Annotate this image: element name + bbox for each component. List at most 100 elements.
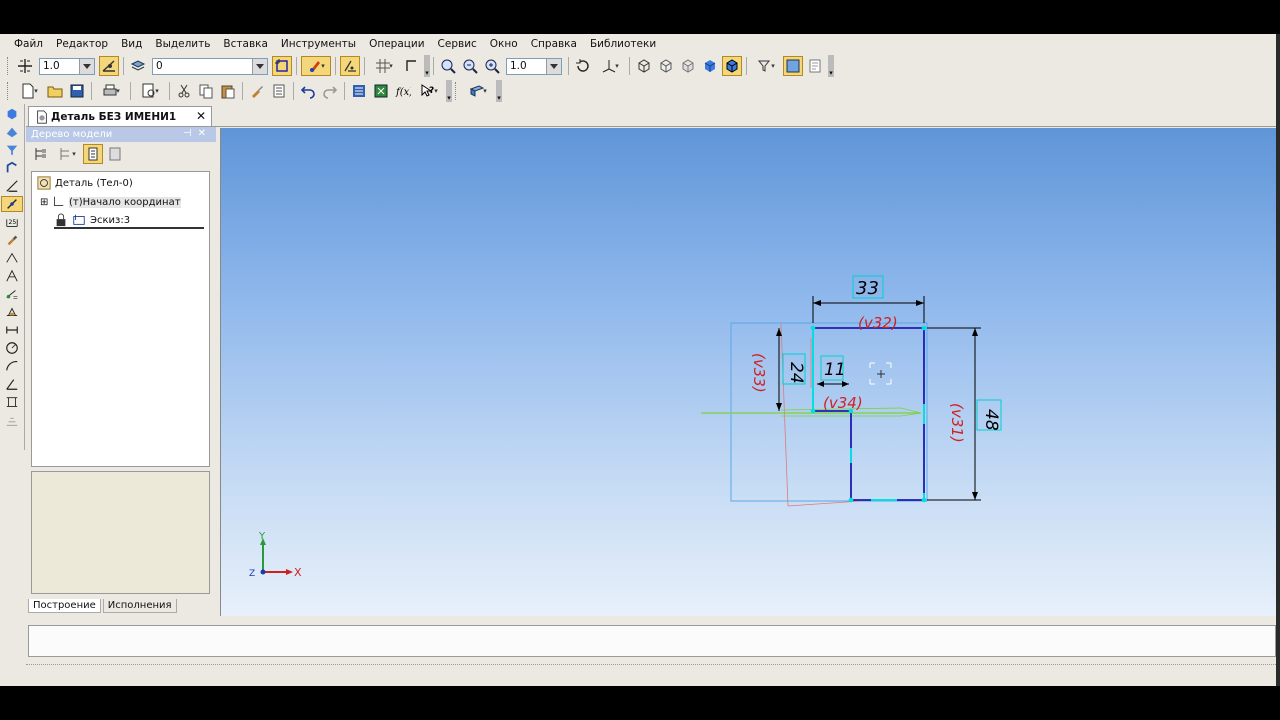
chevron-down-icon[interactable] (252, 58, 267, 74)
tree-view-icon[interactable]: ▾ (53, 144, 81, 164)
menu-view[interactable]: Вид (121, 38, 142, 50)
open-folder-icon[interactable] (45, 81, 65, 101)
dimension-33-text[interactable]: 33 (856, 278, 879, 299)
menu-file[interactable]: Файл (14, 38, 43, 50)
horizontal-dim-icon[interactable] (1, 322, 23, 338)
tab-build[interactable]: Построение (28, 599, 101, 613)
snap-magnet-icon[interactable]: ▾ (301, 56, 331, 76)
sketch-profile[interactable] (812, 327, 925, 501)
menu-edit[interactable]: Редактор (56, 38, 108, 50)
selection-icon[interactable] (1, 304, 23, 320)
extrude-icon[interactable]: ▾ (463, 81, 493, 101)
toolbar-end-chevron[interactable]: ▾ (424, 55, 430, 77)
properties-icon[interactable] (805, 56, 825, 76)
copy-icon[interactable] (196, 81, 216, 101)
angle-dim-icon[interactable] (1, 376, 23, 392)
menu-libraries[interactable]: Библиотеки (590, 38, 656, 50)
pin-close-icons[interactable]: ⊣✕ (183, 128, 212, 139)
chevron-down-icon[interactable] (79, 58, 94, 74)
sketch-view-icon[interactable] (783, 56, 803, 76)
format-brush-icon[interactable] (247, 81, 267, 101)
help-pointer-icon[interactable]: ? ▾ (415, 81, 443, 101)
menu-insert[interactable]: Вставка (223, 38, 268, 50)
cut-icon[interactable] (174, 81, 194, 101)
zoom-scale-icon[interactable] (460, 56, 480, 76)
layer-icon[interactable] (128, 56, 148, 76)
radial-dim-icon[interactable] (1, 340, 23, 356)
leader-icon[interactable] (1, 394, 23, 410)
shaded-edges-icon[interactable] (722, 56, 742, 76)
tab-versions[interactable]: Исполнения (102, 599, 177, 613)
solid-ops-icon[interactable] (1, 106, 23, 122)
arrays-icon[interactable] (1, 142, 23, 158)
step-cursor-icon[interactable] (15, 56, 35, 76)
rotate-icon[interactable] (573, 56, 593, 76)
hidden-lines-icon[interactable] (656, 56, 676, 76)
expand-icon[interactable]: ⊞ (40, 197, 50, 208)
new-document-icon[interactable]: ▾ (15, 81, 43, 101)
tree-item-origin[interactable]: ⊞ (т)Начало координат (40, 195, 181, 209)
document-properties-icon[interactable] (269, 81, 289, 101)
save-icon[interactable] (67, 81, 87, 101)
orthogonal-icon[interactable] (401, 56, 421, 76)
function-icon[interactable]: f(x) (393, 81, 413, 101)
zoom-in-icon[interactable] (482, 56, 502, 76)
shaded-icon[interactable] (700, 56, 720, 76)
chamfer-icon[interactable] (1, 412, 23, 428)
menu-window[interactable]: Окно (490, 38, 518, 50)
layer-combo[interactable]: 0 (152, 57, 268, 75)
surfaces-icon[interactable] (1, 124, 23, 140)
dimensions-icon[interactable]: 25 (1, 214, 23, 230)
undo-icon[interactable] (298, 81, 318, 101)
tree-sort-icon[interactable] (105, 144, 125, 164)
close-icon[interactable]: ✕ (196, 109, 206, 123)
dimension-48-text[interactable]: 48 (981, 409, 1001, 431)
editing-icon[interactable] (1, 250, 23, 266)
menu-operations[interactable]: Операции (369, 38, 424, 50)
paste-icon[interactable] (218, 81, 238, 101)
menu-service[interactable]: Сервис (438, 38, 477, 50)
toolbar-end-chevron[interactable]: ▾ (446, 80, 452, 102)
arc-dim-icon[interactable] (1, 358, 23, 374)
toolbar-end-chevron[interactable]: ▾ (828, 55, 834, 77)
toolbar-end-chevron[interactable]: ▾ (496, 80, 502, 102)
chevron-down-icon[interactable] (546, 58, 561, 74)
print-icon[interactable]: ▾ (96, 81, 126, 101)
tab-document[interactable]: Деталь БЕЗ ИМЕНИ1 ✕ (28, 106, 212, 126)
sketch-mode-icon[interactable] (272, 56, 292, 76)
orientation-icon[interactable]: ▾ (595, 56, 625, 76)
manager-icon[interactable] (349, 81, 369, 101)
measure-icon[interactable] (1, 178, 23, 194)
tree-list-icon[interactable] (83, 144, 103, 164)
menu-help[interactable]: Справка (531, 38, 577, 50)
geometry-icon[interactable] (1, 196, 23, 212)
toolbar-grip[interactable] (7, 82, 11, 100)
zoom-window-icon[interactable] (438, 56, 458, 76)
grid-icon[interactable]: ▾ (369, 56, 399, 76)
designations-icon[interactable] (1, 232, 23, 248)
toolbar-grip[interactable] (7, 57, 11, 75)
tree-item-part[interactable]: Деталь (Тел-0) (36, 176, 133, 190)
constraints-icon[interactable]: = (1, 286, 23, 302)
parametrization-icon[interactable] (1, 268, 23, 284)
menu-select[interactable]: Выделить (155, 38, 210, 50)
aux-geometry-icon[interactable] (1, 160, 23, 176)
wireframe-icon[interactable] (634, 56, 654, 76)
parametric-mode-icon[interactable] (340, 56, 360, 76)
toolbar-grip[interactable] (455, 82, 459, 100)
print-preview-icon[interactable]: ▾ (135, 81, 165, 101)
zoom-combo[interactable]: 1.0 (506, 57, 562, 75)
dimension-11-text[interactable]: 11 (824, 360, 846, 380)
angle-snap-icon[interactable] (99, 56, 119, 76)
tree-item-sketch[interactable]: Эскиз:3 (54, 213, 204, 229)
model-viewport[interactable]: 33 (v32) 48 (v31) 24 (v33) 11 (v34) Y X … (220, 128, 1277, 616)
step-combo[interactable]: 1.0 (39, 57, 95, 75)
redo-icon[interactable] (320, 81, 340, 101)
sketch-canvas[interactable]: 33 (v32) 48 (v31) 24 (v33) 11 (v34) Y X … (221, 128, 1277, 616)
variables-icon[interactable] (371, 81, 391, 101)
thin-lines-icon[interactable] (678, 56, 698, 76)
dimension-24-text[interactable]: 24 (786, 362, 806, 384)
menu-tools[interactable]: Инструменты (281, 38, 356, 50)
filter-icon[interactable]: ▾ (751, 56, 781, 76)
tree-structure-icon[interactable] (31, 144, 51, 164)
